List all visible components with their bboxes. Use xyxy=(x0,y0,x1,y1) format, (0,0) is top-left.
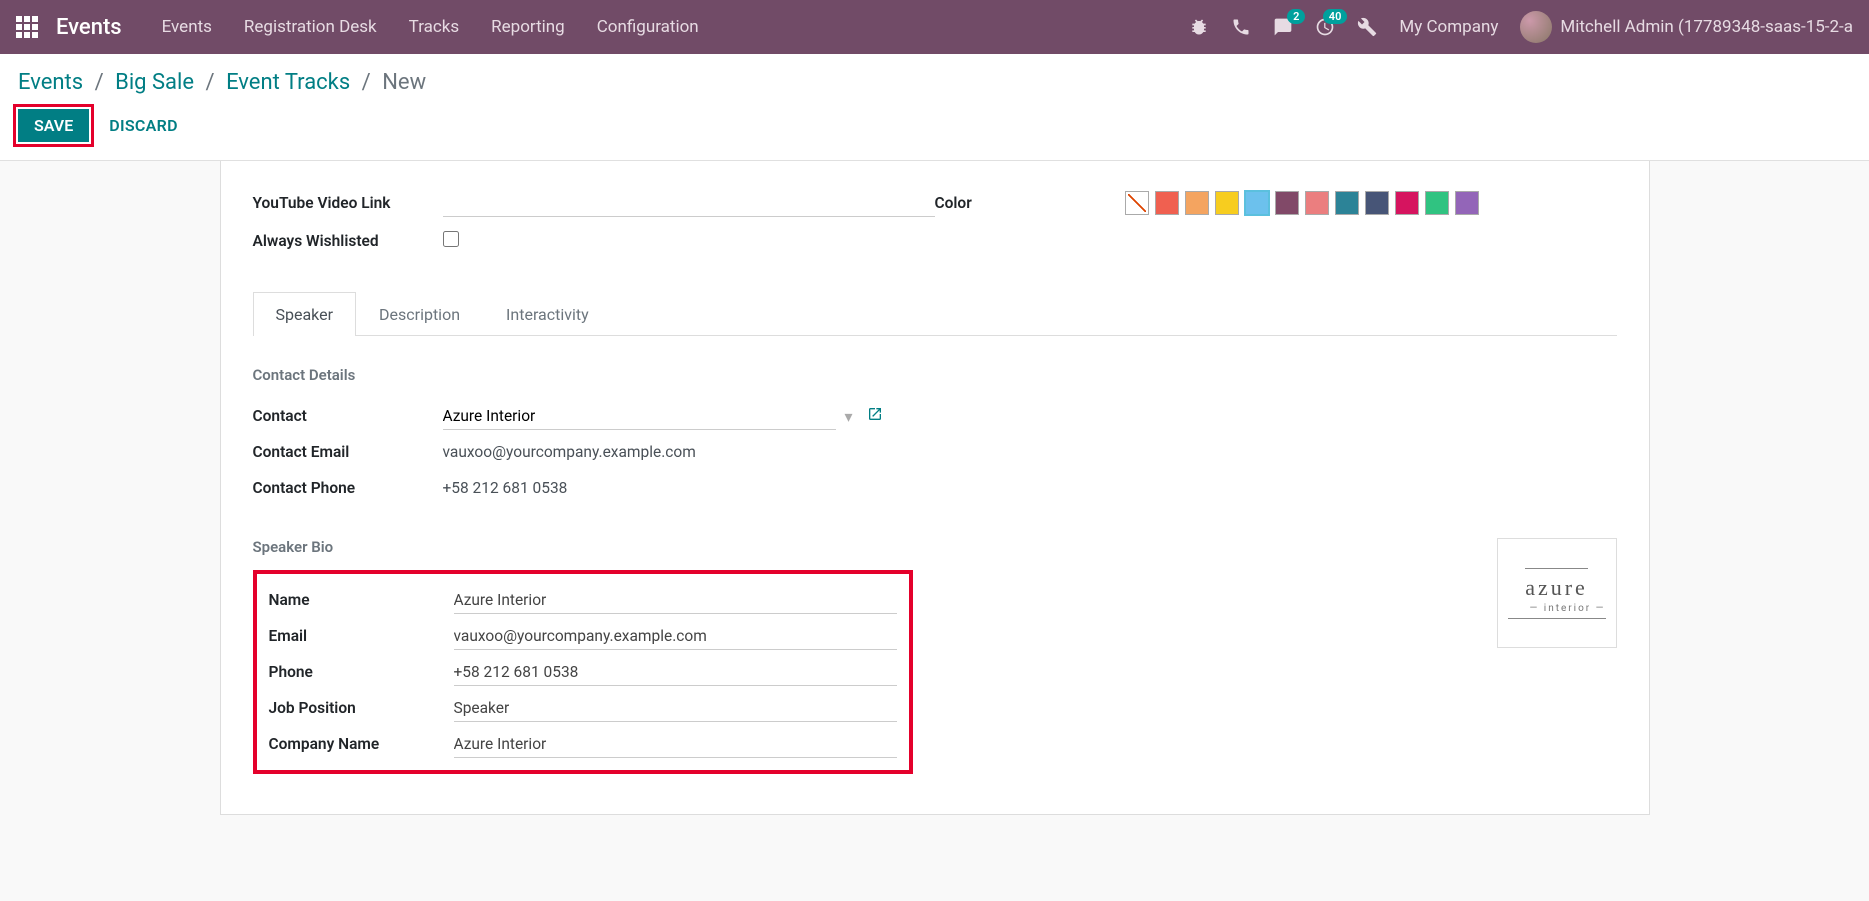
discard-button[interactable]: DISCARD xyxy=(109,116,178,135)
wishlisted-label: Always Wishlisted xyxy=(253,232,443,250)
contact-phone-label: Contact Phone xyxy=(253,479,443,497)
crumb-bigsale[interactable]: Big Sale xyxy=(115,70,194,95)
bio-job-input[interactable] xyxy=(454,695,897,722)
chat-icon[interactable]: 2 xyxy=(1273,17,1293,37)
avatar xyxy=(1520,11,1552,43)
crumb-tracks[interactable]: Event Tracks xyxy=(226,70,350,95)
nav-configuration[interactable]: Configuration xyxy=(597,17,699,37)
tabs: Speaker Description Interactivity xyxy=(253,291,1617,336)
save-button[interactable]: SAVE xyxy=(18,109,89,142)
wishlisted-checkbox[interactable] xyxy=(443,231,459,247)
color-swatch-none[interactable] xyxy=(1125,191,1149,215)
color-swatch-9[interactable] xyxy=(1425,191,1449,215)
bio-section-title: Speaker Bio xyxy=(253,538,1497,556)
color-swatch-7[interactable] xyxy=(1365,191,1389,215)
contact-section-title: Contact Details xyxy=(253,366,1617,384)
username: Mitchell Admin (17789348-saas-15-2-a xyxy=(1560,17,1853,37)
bio-phone-label: Phone xyxy=(269,663,454,681)
logo-subtext: — interior — xyxy=(1508,603,1606,619)
control-bar: Events / Big Sale / Event Tracks / New S… xyxy=(0,54,1869,161)
color-swatch-4[interactable] xyxy=(1275,191,1299,215)
top-nav: Events Events Registration Desk Tracks R… xyxy=(0,0,1869,54)
tab-description[interactable]: Description xyxy=(356,292,483,336)
nav-registration[interactable]: Registration Desk xyxy=(244,17,377,37)
form-sheet: YouTube Video Link Always Wishlisted Col… xyxy=(220,161,1650,815)
tab-content-speaker: Contact Details Contact ▾ Contact Email … xyxy=(253,336,1617,774)
color-swatch-8[interactable] xyxy=(1395,191,1419,215)
bio-name-label: Name xyxy=(269,591,454,609)
crumb-events[interactable]: Events xyxy=(18,70,83,95)
contact-dropdown[interactable] xyxy=(443,403,837,430)
bio-fields-highlighted: Name Email Phone Job Position xyxy=(253,570,913,774)
color-swatch-1[interactable] xyxy=(1185,191,1209,215)
color-swatch-6[interactable] xyxy=(1335,191,1359,215)
nav-tracks[interactable]: Tracks xyxy=(409,17,460,37)
contact-label: Contact xyxy=(253,407,443,425)
bio-phone-input[interactable] xyxy=(454,659,897,686)
bio-name-input[interactable] xyxy=(454,587,897,614)
bio-email-label: Email xyxy=(269,627,454,645)
bio-company-input[interactable] xyxy=(454,731,897,758)
chevron-down-icon[interactable]: ▾ xyxy=(844,407,852,426)
tab-speaker[interactable]: Speaker xyxy=(253,292,357,336)
color-picker xyxy=(1125,191,1617,215)
contact-email-value: vauxoo@yourcompany.example.com xyxy=(443,443,696,461)
bio-company-label: Company Name xyxy=(269,735,454,753)
tab-interactivity[interactable]: Interactivity xyxy=(483,292,612,336)
nav-events[interactable]: Events xyxy=(162,17,212,37)
logo-text: azure xyxy=(1525,568,1588,601)
color-swatch-3[interactable] xyxy=(1245,191,1269,215)
color-label: Color xyxy=(935,194,1125,212)
nav-reporting[interactable]: Reporting xyxy=(491,17,565,37)
debug-icon[interactable] xyxy=(1189,17,1209,37)
color-swatch-0[interactable] xyxy=(1155,191,1179,215)
youtube-label: YouTube Video Link xyxy=(253,194,443,212)
activity-badge: 40 xyxy=(1323,9,1348,24)
activity-icon[interactable]: 40 xyxy=(1315,17,1335,37)
speaker-logo[interactable]: azure — interior — xyxy=(1497,538,1617,648)
company-selector[interactable]: My Company xyxy=(1399,17,1498,37)
phone-icon[interactable] xyxy=(1231,17,1251,37)
chat-badge: 2 xyxy=(1287,9,1305,24)
color-swatch-2[interactable] xyxy=(1215,191,1239,215)
color-swatch-5[interactable] xyxy=(1305,191,1329,215)
contact-phone-value: +58 212 681 0538 xyxy=(443,479,568,497)
apps-icon[interactable] xyxy=(16,16,38,38)
contact-email-label: Contact Email xyxy=(253,443,443,461)
bio-job-label: Job Position xyxy=(269,699,454,717)
tools-icon[interactable] xyxy=(1357,17,1377,37)
external-link-icon[interactable] xyxy=(867,406,883,426)
user-menu[interactable]: Mitchell Admin (17789348-saas-15-2-a xyxy=(1520,11,1853,43)
app-title[interactable]: Events xyxy=(56,15,122,40)
breadcrumb: Events / Big Sale / Event Tracks / New xyxy=(18,70,1851,95)
color-swatch-10[interactable] xyxy=(1455,191,1479,215)
crumb-current: New xyxy=(382,70,426,95)
youtube-input[interactable] xyxy=(443,190,935,217)
bio-email-input[interactable] xyxy=(454,623,897,650)
